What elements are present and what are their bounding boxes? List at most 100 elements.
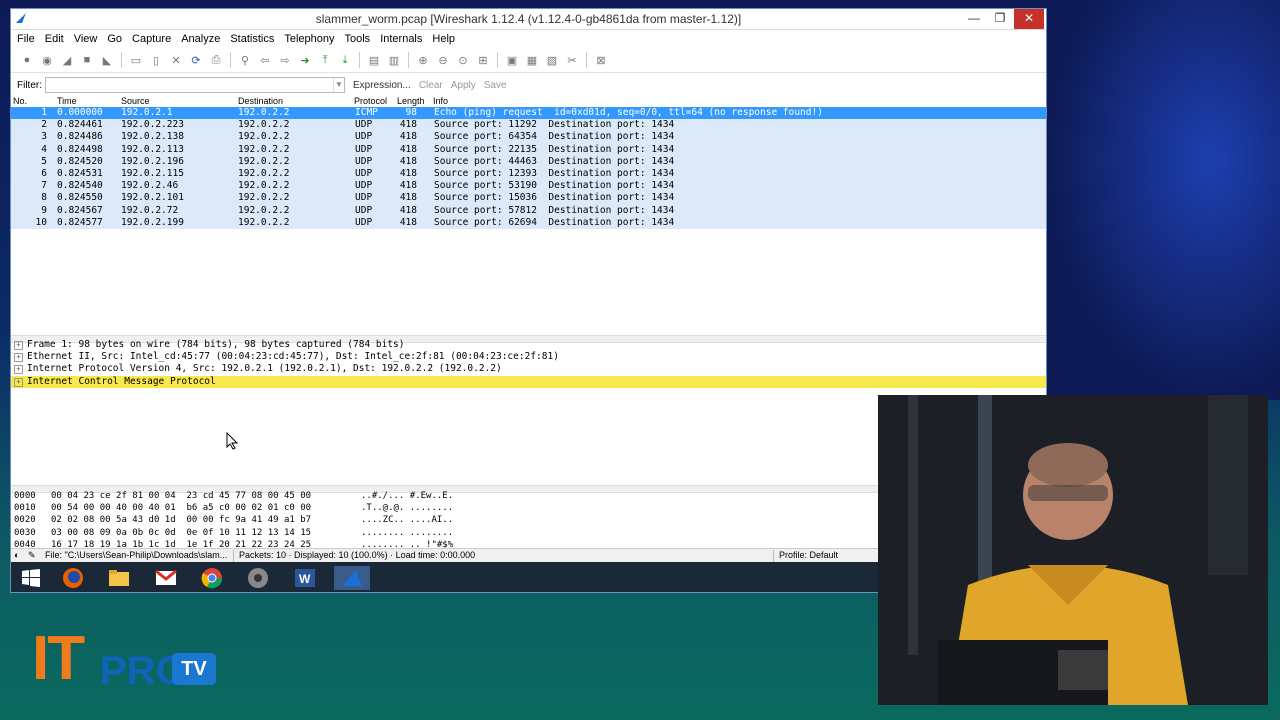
resize-columns-icon[interactable]: ⊞: [476, 53, 490, 67]
expand-icon[interactable]: +: [14, 353, 23, 363]
minimize-button[interactable]: —: [960, 9, 988, 29]
zoom-out-icon[interactable]: ⊖: [436, 53, 450, 67]
packet-cell-time: 0.000000: [57, 107, 103, 118]
column-source[interactable]: Source: [121, 96, 150, 106]
stop-capture-icon[interactable]: ■: [80, 53, 94, 67]
packet-row[interactable]: 8 0.824550 192.0.2.101 192.0.2.2 UDP 418 Sourc…: [11, 192, 1046, 205]
packet-row[interactable]: 4 0.824498 192.0.2.113 192.0.2.2 UDP 418 Sourc…: [11, 143, 1046, 156]
packet-row[interactable]: 10 0.824577 192.0.2.199 192.0.2.2 UDP 418 Sour…: [11, 216, 1046, 229]
display-filters-icon[interactable]: ▦: [525, 53, 539, 67]
hex-off: 0020: [14, 515, 36, 526]
help-icon[interactable]: ⊠: [594, 53, 608, 67]
packet-cell-no: 6: [41, 167, 47, 179]
menu-internals[interactable]: Internals: [380, 33, 422, 45]
menu-analyze[interactable]: Analyze: [181, 33, 220, 45]
menu-capture[interactable]: Capture: [132, 33, 171, 45]
find-packet-icon[interactable]: ⚲: [238, 53, 252, 67]
print-icon[interactable]: ⎙: [209, 53, 223, 67]
column-time[interactable]: Time: [57, 96, 77, 106]
chevron-down-icon[interactable]: ▼: [333, 78, 344, 92]
hex-ascii: ........ ........: [361, 527, 454, 538]
menu-go[interactable]: Go: [107, 33, 122, 45]
toolbar-separator: [359, 52, 360, 68]
packet-row[interactable]: 3 0.824486 192.0.2.138 192.0.2.2 UDP 418 Sourc…: [11, 131, 1046, 144]
firefox-icon[interactable]: [55, 566, 91, 590]
options-icon[interactable]: ◉: [40, 53, 54, 67]
detail-row-ethernet[interactable]: + Ethernet II, Src: Intel_cd:45:77 (00:04…: [11, 351, 1046, 363]
first-packet-icon[interactable]: ⤒: [318, 53, 332, 67]
media-player-icon[interactable]: [240, 566, 276, 590]
column-destination[interactable]: Destination: [238, 96, 283, 106]
packet-row[interactable]: 1 0.000000 192.0.2.1 192.0.2.2 ICMP 98 Echo (p…: [11, 107, 1046, 120]
last-packet-icon[interactable]: ⤓: [338, 53, 352, 67]
menu-statistics[interactable]: Statistics: [230, 33, 274, 45]
apply-button[interactable]: Apply: [451, 80, 476, 91]
menu-bar: File Edit View Go Capture Analyze Statis…: [11, 30, 1046, 48]
expression-button[interactable]: Expression...: [353, 80, 411, 91]
colorize-icon[interactable]: ▤: [367, 53, 381, 67]
maximize-button[interactable]: ❐: [986, 9, 1014, 29]
filter-input[interactable]: ▼: [45, 77, 345, 93]
packet-cell-time: 0.824461: [57, 119, 103, 131]
packet-cell-dst: 192.0.2.2: [238, 167, 290, 179]
packet-cell-no: 3: [41, 131, 47, 143]
packet-row[interactable]: 6 0.824531 192.0.2.115 192.0.2.2 UDP 418 Sourc…: [11, 167, 1046, 181]
packet-cell-src: 192.0.2.1: [121, 107, 173, 118]
word-icon[interactable]: W: [287, 566, 323, 590]
expand-icon[interactable]: +: [14, 365, 23, 375]
packet-row[interactable]: 7 0.824540 192.0.2.46 192.0.2.2 UDP 418 Source…: [11, 180, 1046, 193]
detail-row-ip[interactable]: + Internet Protocol Version 4, Src: 192.0…: [11, 363, 1046, 375]
packet-cell-proto: UDP: [355, 143, 373, 155]
column-length[interactable]: Length: [397, 96, 425, 106]
preferences-icon[interactable]: ✂: [565, 53, 579, 67]
column-no[interactable]: No.: [13, 96, 27, 106]
status-profile[interactable]: Profile: Default: [779, 550, 838, 560]
interfaces-icon[interactable]: ●: [20, 53, 34, 67]
restart-capture-icon[interactable]: ◣: [100, 53, 114, 67]
packet-cell-len: 418: [399, 204, 417, 216]
column-info[interactable]: Info: [433, 96, 448, 106]
reload-icon[interactable]: ⟳: [189, 53, 203, 67]
menu-edit[interactable]: Edit: [45, 33, 64, 45]
mail-icon[interactable]: [148, 566, 184, 590]
menu-telephony[interactable]: Telephony: [284, 33, 334, 45]
close-file-icon[interactable]: ✕: [169, 53, 183, 67]
capture-comment-icon[interactable]: ✎: [28, 550, 36, 561]
wireshark-taskbar-icon[interactable]: [334, 566, 370, 590]
expand-icon[interactable]: +: [14, 377, 23, 387]
go-back-icon[interactable]: ⇦: [258, 53, 272, 67]
start-capture-icon[interactable]: ◢: [60, 53, 74, 67]
close-button[interactable]: ✕: [1014, 9, 1044, 29]
capture-filters-icon[interactable]: ▣: [505, 53, 519, 67]
column-protocol[interactable]: Protocol: [354, 96, 387, 106]
coloring-rules-icon[interactable]: ▧: [545, 53, 559, 67]
detail-row-icmp[interactable]: + Internet Control Message Protocol: [11, 375, 1046, 388]
go-forward-icon[interactable]: ⇨: [278, 53, 292, 67]
packet-row[interactable]: 5 0.824520 192.0.2.196 192.0.2.2 UDP 418 Sourc…: [11, 155, 1046, 168]
hex-ascii: ........ .. !"#$%: [361, 539, 454, 548]
clear-button[interactable]: Clear: [419, 80, 443, 91]
packet-row[interactable]: 9 0.824567 192.0.2.72 192.0.2.2 UDP 418 Source…: [11, 204, 1046, 217]
packet-row[interactable]: 2 0.824461 192.0.2.223 192.0.2.2 UDP 418 Sourc…: [11, 119, 1046, 132]
file-explorer-icon[interactable]: [101, 566, 137, 590]
zoom-in-icon[interactable]: ⊕: [416, 53, 430, 67]
packet-cell-len: 418: [399, 167, 417, 179]
packet-cell-dst: 192.0.2.2: [238, 143, 290, 155]
expand-icon[interactable]: +: [14, 341, 23, 350]
webcam-overlay: [878, 395, 1268, 705]
menu-help[interactable]: Help: [432, 33, 455, 45]
save-button[interactable]: Save: [484, 80, 507, 91]
packet-cell-dst: 192.0.2.2: [238, 204, 290, 216]
chrome-icon[interactable]: [194, 566, 230, 590]
menu-file[interactable]: File: [17, 33, 35, 45]
detail-row-frame[interactable]: + Frame 1: 98 bytes on wire (784 bits), 9…: [11, 339, 1046, 351]
save-file-icon[interactable]: ▯: [149, 53, 163, 67]
normal-size-icon[interactable]: ⊙: [456, 53, 470, 67]
menu-tools[interactable]: Tools: [345, 33, 371, 45]
menu-view[interactable]: View: [74, 33, 98, 45]
autoscroll-icon[interactable]: ▥: [387, 53, 401, 67]
windows-start-icon[interactable]: [13, 566, 49, 590]
go-to-packet-icon[interactable]: ➜: [298, 53, 312, 67]
open-file-icon[interactable]: ▭: [129, 53, 143, 67]
expert-info-icon[interactable]: ◐: [14, 550, 19, 560]
